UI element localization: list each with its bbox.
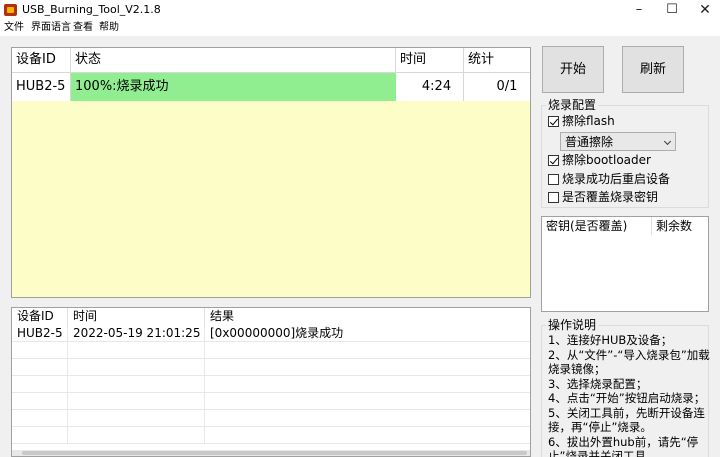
key-header-remaining[interactable]: 剩余数 <box>652 217 708 235</box>
header-time[interactable]: 时间 <box>396 48 464 73</box>
help-text: 1、连接好HUB及设备； 2、从“文件”-“导入烧录包”加载烧录镜像； 3、选择… <box>548 333 710 457</box>
menu-file[interactable]: 文件 <box>4 21 24 35</box>
log-header-device-id[interactable]: 设备ID <box>12 308 68 325</box>
chevron-down-icon <box>663 137 672 146</box>
help-line: 4、点击“开始”按钮启动烧录； <box>548 391 706 405</box>
header-device-id[interactable]: 设备ID <box>12 48 71 73</box>
log-result: [0x00000000]烧录成功 <box>205 325 530 342</box>
device-table-header: 设备ID 状态 时间 统计 <box>12 48 530 73</box>
list-item[interactable]: HUB2-5 2022-05-19 21:01:25 478 [0x000000… <box>12 325 530 342</box>
help-line: 3、选择烧录配置； <box>548 376 648 391</box>
device-table[interactable]: 设备ID 状态 时间 统计 HUB2-5 100%:烧录成功 4:24 0/1 <box>11 47 531 298</box>
checkbox-checked-icon[interactable] <box>548 116 559 127</box>
time-cell: 4:24 <box>396 73 464 101</box>
checkbox-unchecked-icon[interactable] <box>548 192 559 203</box>
app-icon <box>4 4 17 16</box>
list-item-empty <box>12 376 530 393</box>
device-id-cell: HUB2-5 <box>12 73 71 101</box>
help-line: 1、连接好HUB及设备； <box>548 333 673 347</box>
close-button[interactable]: ✕ <box>690 0 720 20</box>
list-item-empty <box>12 410 530 427</box>
count-cell: 0/1 <box>464 73 530 101</box>
log-list[interactable]: 设备ID 时间 结果 HUB2-5 2022-05-19 21:01:25 47… <box>11 307 531 457</box>
erase-mode-select[interactable]: 普通擦除 <box>560 132 676 151</box>
log-header-time[interactable]: 时间 <box>68 308 205 325</box>
table-row[interactable]: HUB2-5 100%:烧录成功 4:24 0/1 <box>12 73 530 101</box>
horizontal-scrollbar[interactable] <box>12 450 530 456</box>
help-line: 6、拔出外置hub前，请先“停止”烧录并关闭工具。 <box>548 434 699 457</box>
log-time: 2022-05-19 21:01:25 478 <box>68 325 205 342</box>
status-cell: 100%:烧录成功 <box>71 73 396 101</box>
minimize-button[interactable]: – <box>624 0 654 20</box>
scrollbar-thumb[interactable] <box>22 451 527 455</box>
maximize-button[interactable]: ☐ <box>657 0 687 20</box>
menu-language[interactable]: 界面语言 <box>31 21 71 35</box>
list-item-empty <box>12 342 530 359</box>
menu-view[interactable]: 查看 <box>73 21 93 35</box>
key-header-key[interactable]: 密钥(是否覆盖) <box>542 217 652 235</box>
list-item-empty <box>12 427 530 444</box>
checkbox-unchecked-icon[interactable] <box>548 174 559 185</box>
header-count[interactable]: 统计 <box>464 48 530 73</box>
erase-bootloader-label: 擦除bootloader <box>562 153 651 167</box>
header-status[interactable]: 状态 <box>71 48 396 73</box>
log-header: 设备ID 时间 结果 <box>12 308 530 325</box>
reboot-after-label: 烧录成功后重启设备 <box>562 172 671 186</box>
log-device-id: HUB2-5 <box>12 325 68 342</box>
key-list[interactable]: 密钥(是否覆盖) 剩余数 <box>541 216 709 312</box>
menu-bar: 文件 界面语言 查看 帮助 <box>0 20 720 36</box>
refresh-button[interactable]: 刷新 <box>622 46 684 93</box>
window-title: USB_Burning_Tool_V2.1.8 <box>22 3 161 16</box>
config-title: 烧录配置 <box>546 98 599 112</box>
title-bar: USB_Burning_Tool_V2.1.8 – ☐ ✕ <box>0 0 720 20</box>
list-item-empty <box>12 359 530 376</box>
erase-mode-value: 普通擦除 <box>565 135 614 149</box>
help-title: 操作说明 <box>546 318 599 332</box>
start-button[interactable]: 开始 <box>542 46 604 93</box>
help-line: 2、从“文件”-“导入烧录包”加载烧录镜像； <box>548 347 710 377</box>
overwrite-key-label: 是否覆盖烧录密钥 <box>562 190 659 204</box>
menu-help[interactable]: 帮助 <box>99 21 119 35</box>
list-item-empty <box>12 393 530 410</box>
log-header-result[interactable]: 结果 <box>205 308 530 325</box>
help-line: 5、关闭工具前，先断开设备连接，再“停止”烧录。 <box>548 405 705 435</box>
erase-flash-label: 擦除flash <box>562 114 615 128</box>
checkbox-checked-icon[interactable] <box>548 155 559 166</box>
